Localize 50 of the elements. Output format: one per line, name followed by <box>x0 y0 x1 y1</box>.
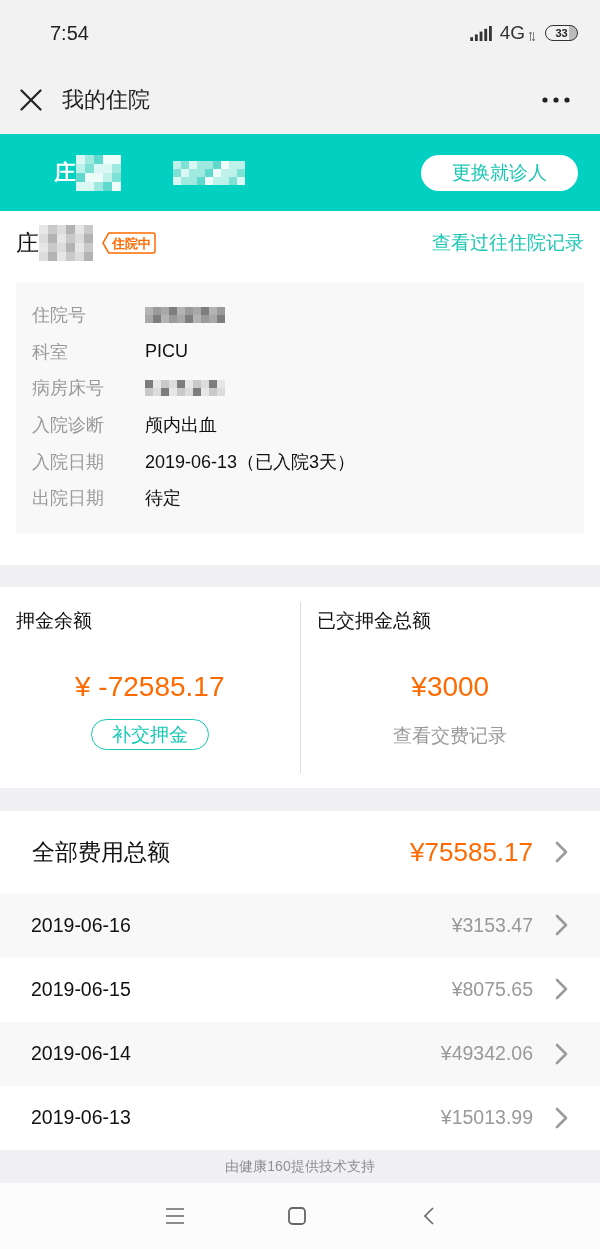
pixelated-block <box>39 225 93 261</box>
back-icon[interactable] <box>424 1207 434 1225</box>
fee-date: 2019-06-14 <box>31 1042 132 1066</box>
daily-fee-row[interactable]: 2019-06-14 ¥49342.06 <box>0 1021 600 1086</box>
total-fee-label: 全部费用总额 <box>32 837 171 867</box>
detail-value: 待定 <box>145 487 181 511</box>
status-time: 7:54 <box>50 21 89 45</box>
footer-credit: 由健康160提供技术支持 <box>225 1157 375 1176</box>
detail-value: 2019-06-13（已入院3天） <box>145 450 356 474</box>
data-arrows-icon <box>529 31 535 41</box>
fee-amount: ¥3153.47 <box>451 913 533 937</box>
chevron-right-icon <box>555 1106 568 1129</box>
menu-icon[interactable] <box>166 1208 184 1224</box>
deposit-balance-amount: ¥ -72585.17 <box>75 671 225 703</box>
status-tag: 住院中 <box>102 232 156 254</box>
chevron-right-icon <box>555 978 568 1001</box>
chevron-right-icon <box>555 914 568 937</box>
battery-percent: 33 <box>555 27 568 39</box>
deposit-paid-amount: ¥3000 <box>411 671 490 703</box>
detail-label: 入院诊断 <box>32 414 105 438</box>
deposit-paid-label: 已交押金总额 <box>316 609 431 633</box>
fee-amount: ¥8075.65 <box>451 977 533 1001</box>
detail-label: 出院日期 <box>32 487 105 511</box>
chevron-right-icon <box>555 841 568 863</box>
network-type: 4G <box>499 22 525 44</box>
daily-fee-row[interactable]: 2019-06-16 ¥3153.47 <box>0 893 600 958</box>
pixelated-block <box>76 154 121 191</box>
signal-icon <box>469 25 493 41</box>
home-square-icon[interactable] <box>288 1207 306 1225</box>
fee-amount: ¥15013.99 <box>440 1106 533 1130</box>
detail-value: 颅内出血 <box>145 414 217 438</box>
patient-name: 庄 <box>54 158 76 187</box>
chevron-right-icon <box>555 1042 568 1065</box>
pixelated-block <box>173 160 245 185</box>
detail-value: PICU <box>145 341 188 363</box>
patient-name: 庄 <box>16 228 39 258</box>
detail-label: 科室 <box>32 340 69 364</box>
total-fee-amount: ¥75585.17 <box>410 836 533 868</box>
total-fee-row[interactable]: 全部费用总额 ¥75585.17 <box>0 811 600 893</box>
detail-label: 住院号 <box>32 304 87 328</box>
fee-date: 2019-06-13 <box>31 1106 132 1130</box>
fee-date: 2019-06-15 <box>31 977 132 1001</box>
detail-label: 入院日期 <box>32 450 105 474</box>
more-icon[interactable] <box>542 97 570 103</box>
fee-date: 2019-06-16 <box>31 913 132 937</box>
close-icon[interactable] <box>20 89 42 111</box>
deposit-balance-label: 押金余额 <box>16 609 92 633</box>
fee-amount: ¥49342.06 <box>440 1042 533 1066</box>
detail-label: 病房床号 <box>32 377 105 401</box>
page-title: 我的住院 <box>62 86 151 114</box>
